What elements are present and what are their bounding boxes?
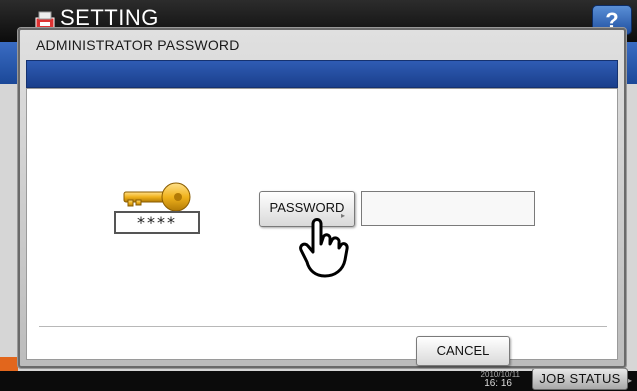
dialog-header-bar: [26, 60, 618, 88]
footer-time: 16: 16: [484, 378, 512, 389]
chevron-right-icon: ▸: [628, 376, 633, 385]
app-orange-tab: [0, 357, 18, 371]
divider: [39, 326, 607, 327]
printer-icon: [35, 11, 55, 29]
hand-cursor-icon: [299, 218, 349, 278]
masked-password-preview: ****: [114, 211, 200, 234]
dialog-content-panel: **** PASSWORD ▸ CANCEL: [26, 88, 618, 366]
password-input[interactable]: [361, 191, 535, 226]
job-status-button[interactable]: JOB STATUS: [532, 368, 628, 390]
dialog-title: ADMINISTRATOR PASSWORD: [36, 37, 240, 53]
cancel-button[interactable]: CANCEL: [416, 336, 510, 366]
administrator-password-dialog: ADMINISTRATOR PASSWORD **** PASSWORD ▸ C…: [18, 28, 626, 368]
